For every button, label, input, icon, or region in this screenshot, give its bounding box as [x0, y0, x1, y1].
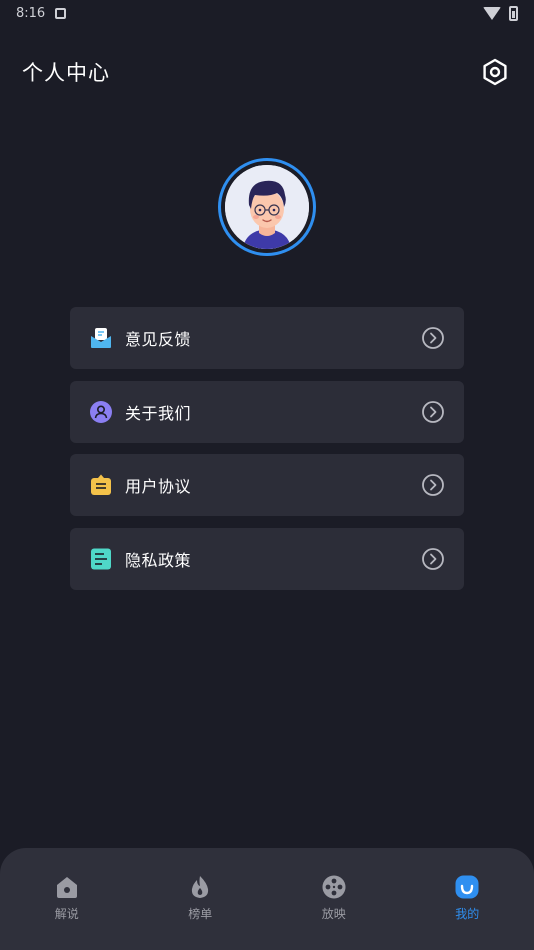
tab-label: 我的 — [455, 907, 480, 921]
avatar[interactable] — [218, 158, 316, 256]
tab-label: 解说 — [54, 907, 79, 921]
wifi-icon — [483, 6, 501, 20]
chevron-right-icon — [420, 472, 446, 498]
flame-icon — [187, 874, 213, 900]
profile-icon — [454, 874, 480, 900]
user-icon — [88, 399, 114, 425]
chevron-right-icon — [420, 546, 446, 572]
profile-screen: 8:16 个人中心 意见反馈 关于我们 用户协议 隐私政策 解说 榜单 放映 我… — [0, 0, 534, 950]
feedback-icon — [88, 325, 114, 351]
tab-ranking[interactable]: 榜单 — [150, 874, 250, 950]
menu-item-feedback[interactable]: 意见反馈 — [70, 307, 464, 369]
menu-item-label: 关于我们 — [125, 403, 192, 423]
privacy-icon — [88, 546, 114, 572]
chevron-right-icon — [420, 325, 446, 351]
tab-label: 放映 — [321, 907, 346, 921]
page-title: 个人中心 — [22, 61, 110, 85]
film-reel-icon — [321, 874, 347, 900]
chevron-right-icon — [420, 399, 446, 425]
agreement-icon — [88, 472, 114, 498]
avatar-image — [225, 165, 309, 249]
status-bar: 8:16 — [0, 0, 534, 26]
status-time: 8:16 — [16, 5, 46, 21]
menu-list: 意见反馈 关于我们 用户协议 隐私政策 — [70, 307, 464, 601]
menu-item-about[interactable]: 关于我们 — [70, 380, 464, 443]
home-icon — [54, 874, 80, 900]
settings-icon — [483, 58, 507, 86]
menu-item-agreement[interactable]: 用户协议 — [70, 454, 464, 516]
tab-mine[interactable]: 我的 — [417, 874, 517, 950]
tab-commentary[interactable]: 解说 — [17, 874, 117, 950]
header: 个人中心 — [0, 50, 534, 94]
menu-item-label: 意见反馈 — [125, 330, 192, 349]
menu-item-privacy[interactable]: 隐私政策 — [70, 527, 464, 590]
settings-button[interactable] — [478, 55, 512, 89]
notification-icon — [55, 7, 67, 19]
tab-label: 榜单 — [188, 907, 213, 921]
bottom-tab-bar: 解说 榜单 放映 我的 — [0, 848, 534, 950]
tab-screening[interactable]: 放映 — [284, 874, 384, 950]
battery-icon — [509, 5, 518, 21]
menu-item-label: 隐私政策 — [125, 550, 192, 570]
menu-item-label: 用户协议 — [125, 477, 192, 496]
